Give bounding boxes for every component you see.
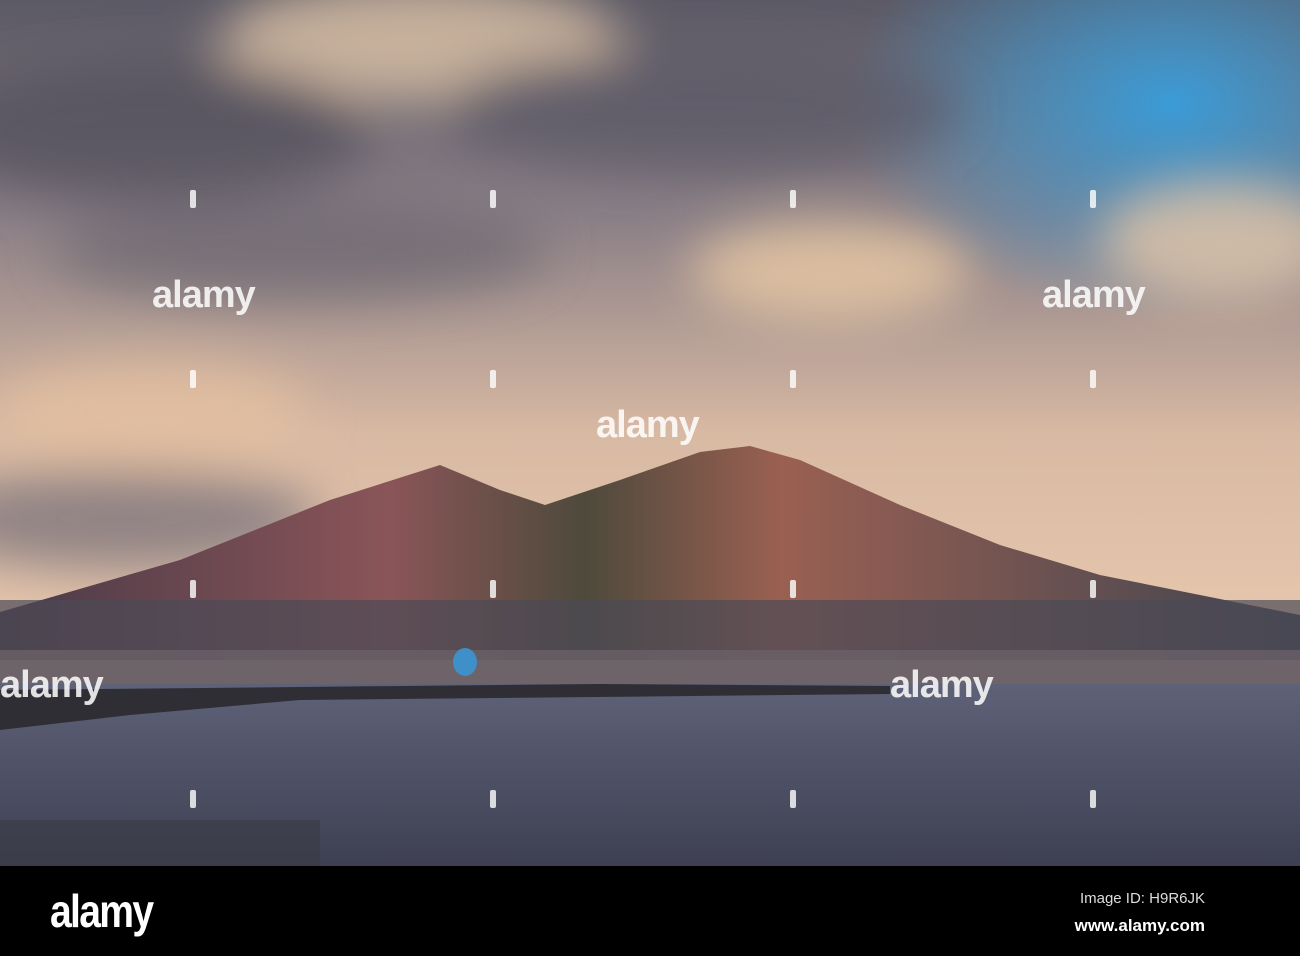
watermark-mark — [490, 580, 496, 598]
website-link: www.alamy.com — [1074, 916, 1205, 935]
watermark: alamy — [152, 274, 256, 316]
watermark-mark — [190, 190, 196, 208]
watermark-mark — [1090, 370, 1096, 388]
watermark-mark — [790, 580, 796, 598]
watermark: alamy — [596, 404, 700, 446]
watermark-mark — [790, 190, 796, 208]
stock-photo: alamy alamy alamy alamy alamy alamy Imag… — [0, 0, 1300, 956]
watermark-mark — [490, 790, 496, 808]
footer-bar: alamy Image ID: H9R6JK www.alamy.com — [0, 866, 1300, 956]
watermark-mark — [790, 790, 796, 808]
watermark: alamy — [890, 664, 994, 706]
watermark-mark — [1090, 190, 1096, 208]
watermark-mark — [790, 370, 796, 388]
watermark-mark — [490, 190, 496, 208]
watermark: alamy — [1042, 274, 1146, 316]
watermark-mark — [1090, 790, 1096, 808]
watermark-mark — [490, 370, 496, 388]
watermark-mark — [1090, 580, 1096, 598]
watermark-mark — [190, 790, 196, 808]
watermark-mark — [190, 580, 196, 598]
watermark: alamy — [0, 664, 104, 706]
alamy-logo: alamy — [50, 885, 154, 937]
image-id: Image ID: H9R6JK — [1079, 890, 1205, 907]
watermark-mark — [190, 370, 196, 388]
